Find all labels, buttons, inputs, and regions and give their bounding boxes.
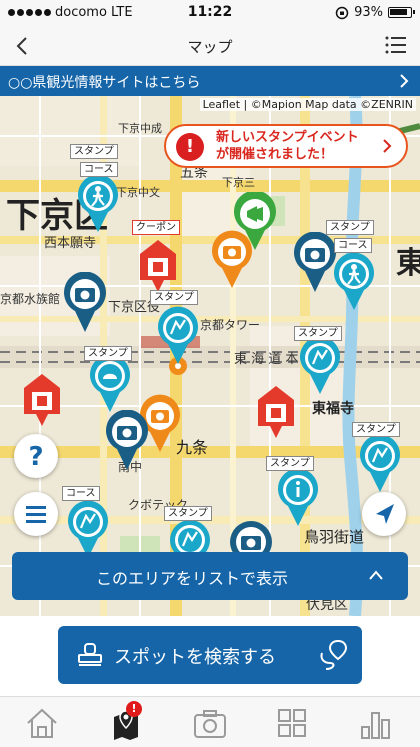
stamp-tag: スタンプ: [266, 456, 314, 471]
tab-map[interactable]: !: [106, 701, 146, 743]
map-view[interactable]: 下京区 東 西本願寺 京都水族館 下京区役 京都タワー 東 海 道 本 東福寺 …: [0, 96, 420, 616]
coupon-tag: クーポン: [132, 220, 180, 235]
camera-icon: [194, 710, 226, 738]
grid-icon: [278, 709, 306, 737]
map-label-kyoto-tower: 京都タワー: [200, 318, 261, 332]
tourism-site-banner[interactable]: ○○県観光情報サイトはこちら: [0, 66, 420, 96]
photo-spot-pin-orange[interactable]: [210, 230, 254, 290]
stamp-pin-3[interactable]: [298, 336, 342, 396]
map-attribution: Leaflet | ©Mapion Map data ©ZENRIN: [199, 98, 416, 111]
map-label-shimokyo-chu: 下京中文: [116, 186, 160, 199]
chevron-right-icon: [400, 74, 409, 88]
stamp-pin-1[interactable]: [156, 306, 200, 366]
route-pin-icon: [320, 639, 348, 670]
location-arrow-icon: [376, 504, 394, 524]
map-label-tobakaido: 鳥羽街道: [304, 528, 365, 546]
spot-search-button[interactable]: スポットを検索する: [58, 626, 362, 684]
alert-icon: !: [176, 133, 204, 161]
stamp-pin-4[interactable]: [358, 434, 402, 494]
navigation-bar: マップ: [0, 26, 420, 66]
stamp-course-pin-2[interactable]: [332, 252, 376, 312]
search-area: スポットを検索する: [0, 616, 420, 696]
course-tag: コース: [334, 238, 372, 253]
map-label-shimokyo-east: 下京三: [222, 176, 255, 189]
chevron-right-icon: [383, 139, 392, 153]
course-tag: コース: [80, 162, 118, 177]
list-menu-icon[interactable]: [384, 34, 408, 56]
stamp-tag: スタンプ: [70, 144, 118, 159]
battery-info: 93%: [335, 5, 415, 20]
svg-text:?: ?: [28, 442, 43, 472]
hamburger-icon: [26, 506, 46, 523]
map-label-higashi: 東: [396, 246, 420, 281]
map-label-suizokukan: 京都水族館: [0, 292, 61, 306]
bar-chart-icon: [361, 712, 390, 739]
app-screen: docomo LTE 11:22 93% マップ ○○県観光情報サイトはこちら: [0, 0, 420, 747]
map-label-tofukuji: 東福寺: [312, 401, 354, 417]
list-bar-label: このエリアをリストで表示: [95, 569, 288, 588]
photo-spot-pin-navy-3[interactable]: [104, 410, 150, 472]
tab-ranking[interactable]: [356, 703, 396, 743]
search-button-label: スポットを検索する: [114, 647, 276, 668]
stamp-tag: スタンプ: [352, 422, 400, 437]
stamp-tag: スタンプ: [326, 220, 374, 235]
coupon-shop-pin-2[interactable]: [254, 382, 298, 438]
stamp-course-pin[interactable]: [76, 174, 120, 234]
tab-camera[interactable]: [190, 703, 230, 743]
map-label-chiiki: 下京中成: [118, 122, 162, 135]
tab-bar: !: [0, 696, 420, 747]
home-icon: [27, 708, 57, 738]
tab-grid[interactable]: [272, 703, 312, 743]
chevron-up-icon: [369, 570, 383, 580]
layer-menu-button[interactable]: [14, 492, 58, 536]
stamp-tag: スタンプ: [84, 346, 132, 361]
course-pin[interactable]: [66, 500, 110, 560]
status-bar: docomo LTE 11:22 93%: [0, 0, 420, 26]
question-icon: ?: [28, 442, 43, 472]
page-title: マップ: [187, 38, 233, 56]
stamp-tag: スタンプ: [164, 506, 212, 521]
battery-percent: 93%: [354, 5, 383, 20]
current-location-button[interactable]: [362, 492, 406, 536]
map-label-tokaido: 東 海 道 本: [234, 352, 299, 367]
notice-line-1: 新しいスタンプイベント: [216, 130, 359, 145]
stamp-tag: スタンプ: [294, 326, 342, 341]
help-button[interactable]: ?: [14, 434, 58, 478]
map-label-nishihonganji: 西本願寺: [44, 236, 97, 251]
notification-badge: !: [126, 701, 142, 717]
coupon-pin[interactable]: [136, 236, 180, 292]
show-as-list-button[interactable]: このエリアをリストで表示: [12, 552, 408, 600]
banner-text: ○○県観光情報サイトはこちら: [8, 75, 201, 91]
stamp-icon: [78, 643, 102, 666]
coupon-shop-pin[interactable]: [20, 370, 64, 426]
photo-spot-pin-navy-2[interactable]: [62, 272, 108, 334]
course-tag: コース: [62, 486, 100, 501]
stamp-pin-2[interactable]: [88, 354, 132, 414]
notice-line-2: が開催されました！: [216, 147, 334, 162]
notice-text: 新しいスタンプイベント が開催されました！: [216, 129, 359, 163]
new-stamp-event-notice[interactable]: ! 新しいスタンプイベント が開催されました！: [164, 124, 408, 168]
orientation-lock-icon: [335, 6, 349, 19]
stamp-tag: スタンプ: [150, 290, 198, 305]
info-stamp-pin[interactable]: [276, 468, 320, 528]
battery-icon: [388, 7, 415, 18]
tab-home[interactable]: [22, 703, 62, 743]
